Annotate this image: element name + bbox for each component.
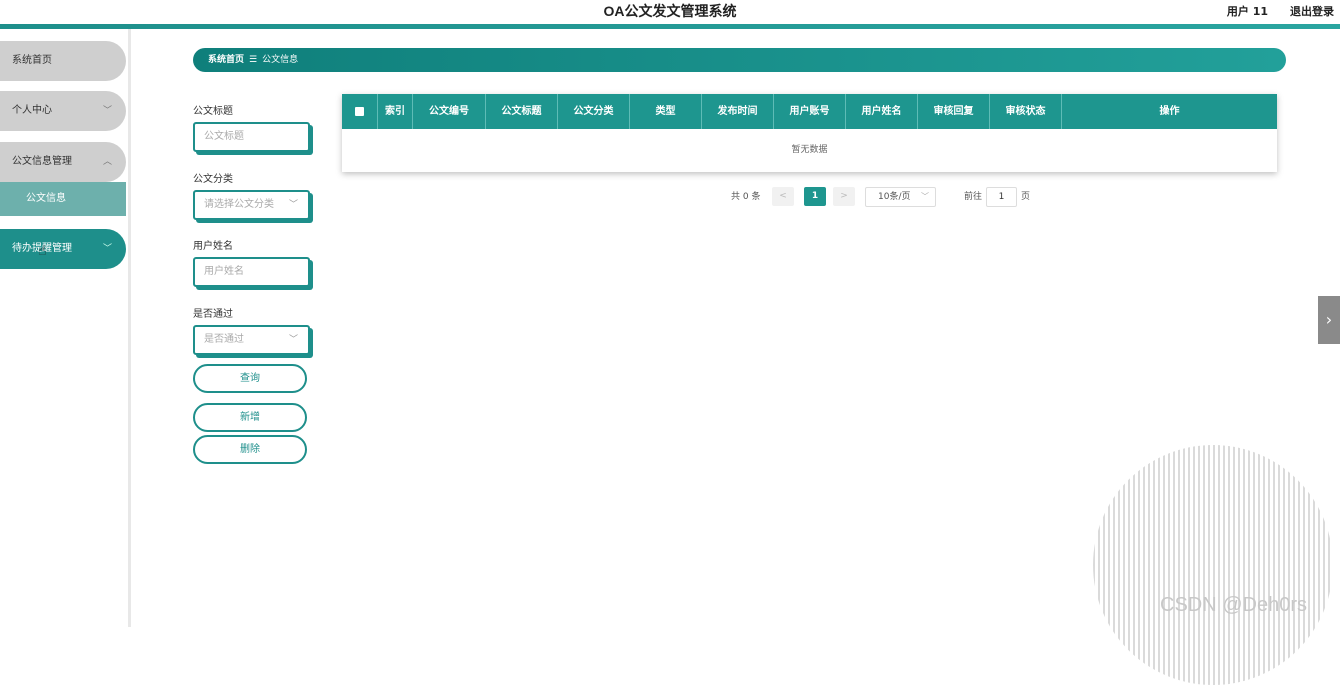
page-size-value: 10条/页 xyxy=(878,192,911,202)
checkbox-icon xyxy=(355,106,364,116)
category-filter-placeholder: 请选择公文分类 xyxy=(204,199,274,210)
decorative-striped-circle xyxy=(1093,445,1333,685)
category-filter-label: 公文分类 xyxy=(193,174,233,185)
chevron-down-icon: ﹀ xyxy=(288,200,298,210)
sidebar-item-label: 系统首页 xyxy=(12,55,52,66)
chevron-down-icon: ﹀ xyxy=(921,192,929,201)
delete-button[interactable]: 删除 xyxy=(193,435,307,464)
username-filter-label: 用户姓名 xyxy=(193,241,233,252)
column-header: 公文标题 xyxy=(486,94,558,129)
select-all-checkbox[interactable] xyxy=(342,94,378,129)
chevron-down-icon: ﹀ xyxy=(102,106,112,116)
page-size-select[interactable]: 10条/页 ﹀ xyxy=(865,187,936,207)
chevron-down-icon: ﹀ xyxy=(102,244,112,254)
column-header: 类型 xyxy=(630,94,702,129)
column-header: 发布时间 xyxy=(702,94,774,129)
top-bar: OA公文发文管理系统 用户 11 退出登录 xyxy=(0,0,1340,24)
column-header: 用户账号 xyxy=(774,94,846,129)
header-divider xyxy=(0,24,1340,29)
sidebar-subitem-document-info[interactable]: 公文信息 xyxy=(0,182,126,216)
passed-filter-placeholder: 是否通过 xyxy=(204,334,244,345)
title-filter-input[interactable]: 公文标题 xyxy=(193,122,310,152)
title-filter-placeholder: 公文标题 xyxy=(204,131,244,142)
query-button[interactable]: 查询 xyxy=(193,364,307,393)
username-filter-input[interactable]: 用户姓名 xyxy=(193,257,310,287)
breadcrumb-home[interactable]: 系统首页 xyxy=(208,55,244,65)
page-suffix: 页 xyxy=(1021,192,1031,202)
empty-state: 暂无数据 xyxy=(791,145,828,155)
table-header: 索引 公文编号 公文标题 公文分类 类型 发布时间 用户账号 用户姓名 审核回复… xyxy=(342,94,1277,129)
column-header: 用户姓名 xyxy=(846,94,918,129)
add-button[interactable]: 新增 xyxy=(193,403,307,432)
side-panel-toggle[interactable]: › xyxy=(1318,296,1340,344)
sidebar-item-todo-reminders[interactable]: 待办提醒管理 ﹀ xyxy=(0,229,126,269)
sidebar-item-label: 个人中心 xyxy=(12,105,52,116)
chevron-down-icon: ﹀ xyxy=(288,335,298,345)
sidebar-item-home[interactable]: 系统首页 xyxy=(0,41,126,81)
chevron-right-icon: › xyxy=(1325,310,1333,329)
column-header: 索引 xyxy=(378,94,413,129)
breadcrumb-current: 公文信息 xyxy=(262,55,299,65)
app-title: OA公文发文管理系统 xyxy=(603,3,737,19)
column-header: 审核状态 xyxy=(990,94,1062,129)
title-filter-label: 公文标题 xyxy=(193,106,233,117)
document-table: 索引 公文编号 公文标题 公文分类 类型 发布时间 用户账号 用户姓名 审核回复… xyxy=(342,94,1277,172)
current-user: 用户 11 xyxy=(1226,5,1268,18)
logout-link[interactable]: 退出登录 xyxy=(1290,3,1334,19)
page-number-button[interactable]: 1 xyxy=(804,187,826,206)
sidebar-item-label: 公文信息管理 xyxy=(12,156,72,167)
category-filter-select[interactable]: 请选择公文分类 ﹀ xyxy=(193,190,310,220)
column-header: 操作 xyxy=(1159,106,1180,117)
username-filter-placeholder: 用户姓名 xyxy=(204,266,244,277)
column-header: 公文分类 xyxy=(558,94,630,129)
prev-page-button[interactable]: < xyxy=(772,187,794,206)
sidebar-item-personal-center[interactable]: 个人中心 ﹀ xyxy=(0,91,126,131)
sidebar-item-label: 公文信息 xyxy=(26,193,66,204)
breadcrumb-separator-icon: ☰ xyxy=(249,55,258,65)
next-page-button[interactable]: > xyxy=(833,187,855,206)
hand-cursor-icon: ☝ xyxy=(38,243,47,259)
column-header: 审核回复 xyxy=(918,94,990,129)
watermark: CSDN @Deh0rs xyxy=(1160,594,1308,616)
pagination-total: 共 0 条 xyxy=(731,192,761,202)
goto-label: 前往 xyxy=(964,192,983,202)
breadcrumb: 系统首页 ☰ 公文信息 xyxy=(193,48,1286,72)
passed-filter-label: 是否通过 xyxy=(193,309,233,320)
passed-filter-select[interactable]: 是否通过 ﹀ xyxy=(193,325,310,355)
chevron-up-icon: ︿ xyxy=(102,157,112,167)
column-header: 公文编号 xyxy=(413,94,486,129)
sidebar-item-document-management[interactable]: 公文信息管理 ︿ xyxy=(0,142,126,182)
goto-page-input[interactable]: 1 xyxy=(986,187,1017,207)
